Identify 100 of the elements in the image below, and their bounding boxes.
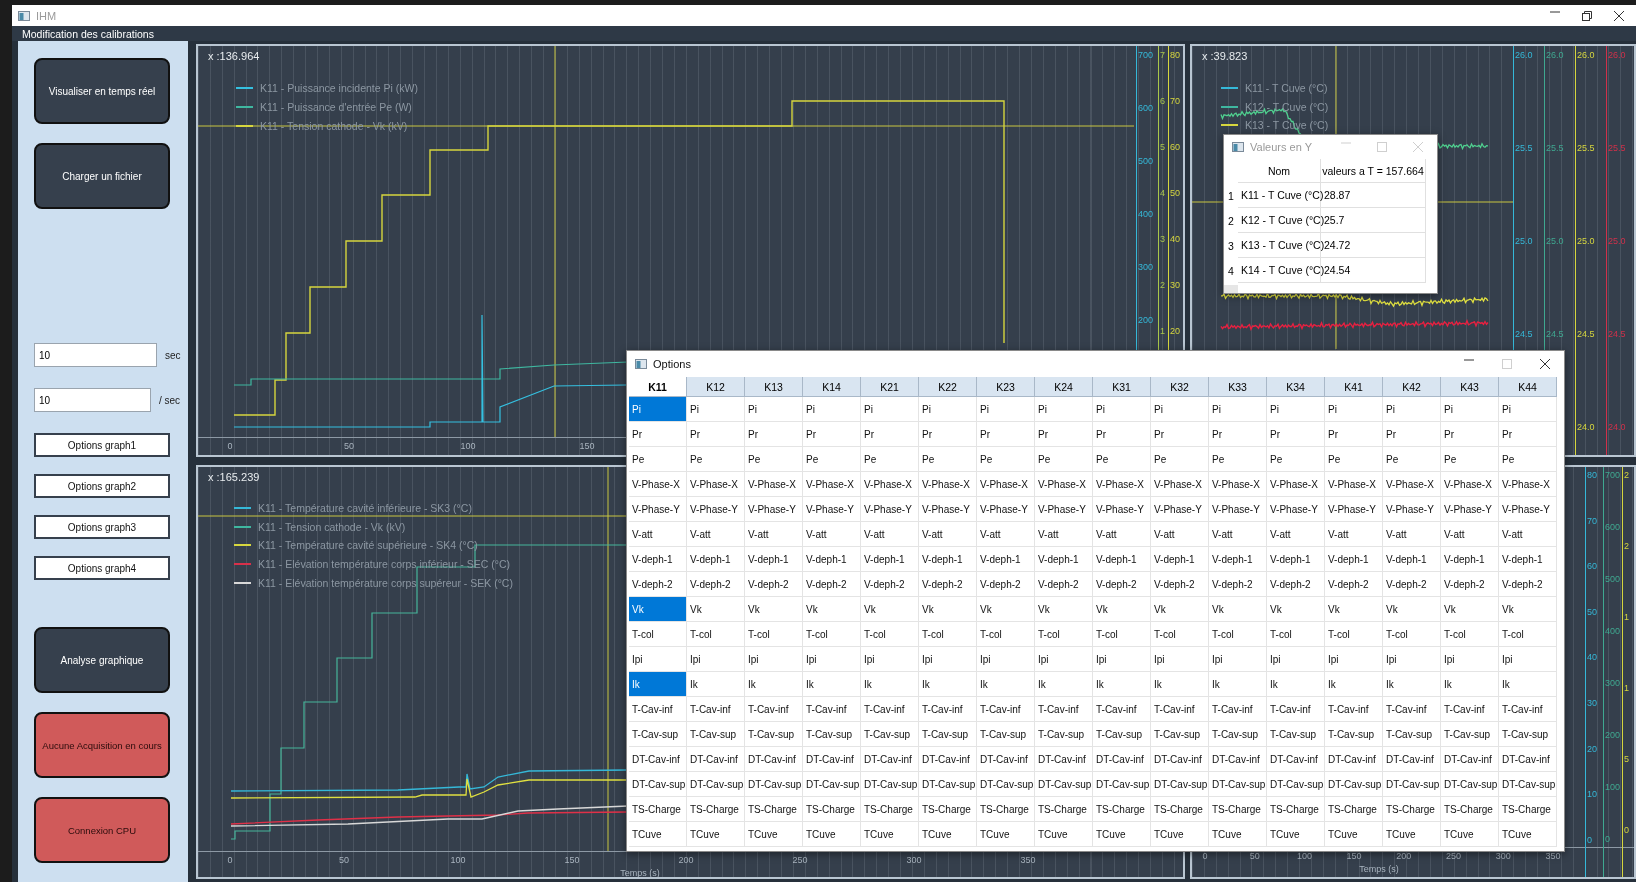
- table-cell[interactable]: Pi: [745, 397, 803, 422]
- table-cell[interactable]: TCuve: [1499, 822, 1557, 847]
- table-cell[interactable]: Pe: [1209, 447, 1267, 472]
- table-cell[interactable]: DT-Cav-inf: [1441, 747, 1499, 772]
- table-cell[interactable]: Pr: [1325, 422, 1383, 447]
- table-cell[interactable]: Ipi: [687, 647, 745, 672]
- table-cell[interactable]: T-Cav-sup: [861, 722, 919, 747]
- table-cell[interactable]: V-Phase-X: [1209, 472, 1267, 497]
- table-cell[interactable]: V-Phase-X: [629, 472, 687, 497]
- table-cell[interactable]: Ipi: [1441, 647, 1499, 672]
- table-cell[interactable]: DT-Cav-sup: [1209, 772, 1267, 797]
- table-cell[interactable]: Pi: [1267, 397, 1325, 422]
- table-cell[interactable]: Pe: [1499, 447, 1557, 472]
- table-cell[interactable]: V-deph-1: [745, 547, 803, 572]
- restore-icon[interactable]: [1582, 10, 1592, 21]
- table-cell[interactable]: Pr: [1151, 422, 1209, 447]
- table-cell[interactable]: Vk: [1267, 597, 1325, 622]
- table-cell[interactable]: V-Phase-X: [977, 472, 1035, 497]
- column-header[interactable]: K13: [745, 377, 803, 397]
- table-cell[interactable]: DT-Cav-inf: [629, 747, 687, 772]
- table-cell[interactable]: Ik: [745, 672, 803, 697]
- table-cell[interactable]: Ik: [1325, 672, 1383, 697]
- table-cell[interactable]: V-att: [1499, 522, 1557, 547]
- table-cell[interactable]: V-deph-2: [1325, 572, 1383, 597]
- table-cell[interactable]: T-Cav-inf: [977, 697, 1035, 722]
- table-cell[interactable]: V-deph-1: [977, 547, 1035, 572]
- table-cell[interactable]: V-att: [1093, 522, 1151, 547]
- table-cell[interactable]: TS-Charge: [1209, 797, 1267, 822]
- column-header[interactable]: K14: [803, 377, 861, 397]
- table-cell[interactable]: V-deph-1: [1035, 547, 1093, 572]
- column-header[interactable]: K44: [1499, 377, 1557, 397]
- table-cell[interactable]: V-Phase-Y: [1035, 497, 1093, 522]
- maximize-icon[interactable]: [1502, 359, 1512, 369]
- table-cell[interactable]: V-deph-2: [745, 572, 803, 597]
- table-cell[interactable]: Ipi: [1093, 647, 1151, 672]
- table-cell[interactable]: V-deph-1: [803, 547, 861, 572]
- table-cell[interactable]: Pi: [629, 397, 687, 422]
- table-cell[interactable]: TCuve: [977, 822, 1035, 847]
- table-cell[interactable]: Pe: [1151, 447, 1209, 472]
- table-cell[interactable]: DT-Cav-sup: [803, 772, 861, 797]
- table-cell[interactable]: TCuve: [919, 822, 977, 847]
- table-cell[interactable]: V-Phase-X: [1325, 472, 1383, 497]
- table-cell[interactable]: TCuve: [1209, 822, 1267, 847]
- column-header[interactable]: K32: [1151, 377, 1209, 397]
- table-cell[interactable]: Ipi: [861, 647, 919, 672]
- table-cell[interactable]: Pe: [977, 447, 1035, 472]
- options-button[interactable]: Options graph2: [34, 474, 170, 498]
- table-cell[interactable]: V-Phase-X: [1093, 472, 1151, 497]
- table-cell[interactable]: Pe: [919, 447, 977, 472]
- status-button[interactable]: Aucune Acquisition en cours: [34, 712, 170, 778]
- table-cell[interactable]: TS-Charge: [1499, 797, 1557, 822]
- table-cell[interactable]: TCuve: [1035, 822, 1093, 847]
- menu-item[interactable]: Modification des calibrations: [22, 27, 154, 40]
- input-field[interactable]: 10: [34, 388, 151, 412]
- column-header[interactable]: K33: [1209, 377, 1267, 397]
- table-cell[interactable]: DT-Cav-sup: [977, 772, 1035, 797]
- table-cell[interactable]: TCuve: [629, 822, 687, 847]
- table-cell[interactable]: Vk: [1093, 597, 1151, 622]
- table-cell[interactable]: V-deph-2: [1093, 572, 1151, 597]
- options-button[interactable]: Options graph4: [34, 556, 170, 580]
- table-cell[interactable]: DT-Cav-sup: [1499, 772, 1557, 797]
- table-cell[interactable]: T-Cav-sup: [1267, 722, 1325, 747]
- table-cell[interactable]: Ik: [687, 672, 745, 697]
- table-cell[interactable]: T-col: [977, 622, 1035, 647]
- table-cell[interactable]: TS-Charge: [1325, 797, 1383, 822]
- table-cell[interactable]: TCuve: [1267, 822, 1325, 847]
- table-cell[interactable]: TCuve: [1151, 822, 1209, 847]
- table-cell[interactable]: Ipi: [1499, 647, 1557, 672]
- table-cell[interactable]: T-Cav-sup: [919, 722, 977, 747]
- table-cell[interactable]: V-att: [861, 522, 919, 547]
- table-cell[interactable]: TS-Charge: [1383, 797, 1441, 822]
- table-cell[interactable]: V-Phase-X: [745, 472, 803, 497]
- table-cell[interactable]: V-Phase-Y: [687, 497, 745, 522]
- table-cell[interactable]: TS-Charge: [629, 797, 687, 822]
- table-cell[interactable]: Pe: [629, 447, 687, 472]
- table-cell[interactable]: T-Cav-inf: [1209, 697, 1267, 722]
- table-cell[interactable]: V-att: [803, 522, 861, 547]
- table-cell[interactable]: Vk: [861, 597, 919, 622]
- table-cell[interactable]: V-Phase-Y: [1267, 497, 1325, 522]
- action-button[interactable]: Charger un fichier: [34, 143, 170, 209]
- table-cell[interactable]: T-Cav-sup: [1209, 722, 1267, 747]
- table-cell[interactable]: V-deph-2: [1267, 572, 1325, 597]
- table-cell[interactable]: TS-Charge: [919, 797, 977, 822]
- table-cell[interactable]: Pi: [861, 397, 919, 422]
- table-cell[interactable]: T-col: [687, 622, 745, 647]
- table-cell[interactable]: V-att: [977, 522, 1035, 547]
- table-cell[interactable]: Ik: [1209, 672, 1267, 697]
- column-header[interactable]: K41: [1325, 377, 1383, 397]
- table-cell[interactable]: TCuve: [1093, 822, 1151, 847]
- input-field[interactable]: 10: [34, 343, 157, 367]
- table-cell[interactable]: T-Cav-inf: [1499, 697, 1557, 722]
- table-cell[interactable]: V-Phase-Y: [1325, 497, 1383, 522]
- table-cell[interactable]: TS-Charge: [1151, 797, 1209, 822]
- table-cell[interactable]: Pr: [861, 422, 919, 447]
- table-cell[interactable]: V-deph-1: [687, 547, 745, 572]
- table-cell[interactable]: Ipi: [1151, 647, 1209, 672]
- table-cell[interactable]: V-Phase-X: [803, 472, 861, 497]
- status-button[interactable]: Connexion CPU: [34, 797, 170, 863]
- maximize-icon[interactable]: [1377, 142, 1387, 152]
- table-cell[interactable]: Vk: [629, 597, 687, 622]
